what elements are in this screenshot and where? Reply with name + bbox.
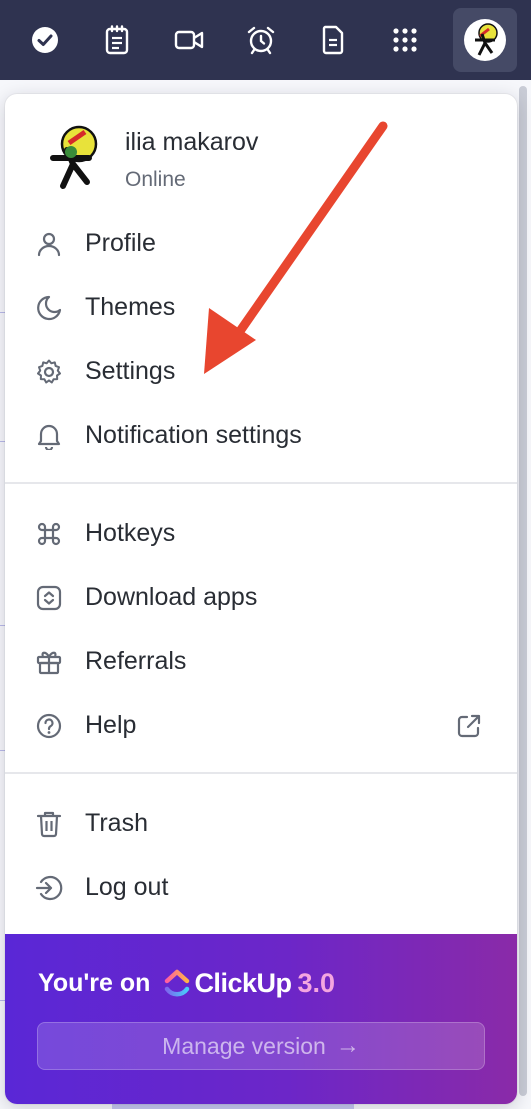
gift-icon [35, 648, 63, 676]
video-icon[interactable] [159, 8, 219, 72]
menu-item-themes[interactable]: Themes [5, 280, 517, 336]
notepad-icon[interactable] [87, 8, 147, 72]
logout-icon [35, 874, 63, 902]
menu-item-download-apps[interactable]: Download apps [5, 570, 517, 626]
menu-item-notification-settings[interactable]: Notification settings [5, 408, 517, 464]
menu-item-help[interactable]: Help [5, 698, 517, 754]
menu-item-label: Log out [85, 873, 169, 901]
check-circle-icon[interactable] [15, 8, 75, 72]
user-header[interactable]: ilia makarov Online [5, 94, 517, 204]
menu-item-label: Notification settings [85, 421, 302, 449]
manage-version-button[interactable]: Manage version → [37, 1022, 485, 1070]
menu-item-profile[interactable]: Profile [5, 216, 517, 272]
user-avatar [50, 125, 98, 189]
page-scrollbar[interactable] [519, 86, 527, 1096]
brand-name: ClickUp [194, 968, 292, 998]
menu-item-label: Profile [85, 229, 156, 257]
clickup-logo-icon [165, 969, 190, 996]
manage-version-label: Manage version [162, 1032, 326, 1059]
document-icon[interactable] [303, 8, 363, 72]
arrow-right-icon: → [335, 1032, 360, 1059]
user-name: ilia makarov [125, 128, 259, 156]
menu-item-referrals[interactable]: Referrals [5, 634, 517, 690]
version-line: You're on ClickUp 3.0 [38, 968, 335, 999]
command-icon [35, 520, 63, 548]
promo-text: You're on [38, 969, 151, 997]
download-apps-icon [35, 584, 63, 612]
version-promo-banner: You're on ClickUp 3.0 Manage version → [5, 934, 517, 1104]
bell-icon [35, 422, 63, 450]
menu-item-label: Download apps [85, 583, 258, 611]
alarm-icon[interactable] [231, 8, 291, 72]
gear-icon [35, 358, 63, 386]
menu-item-settings[interactable]: Settings [5, 344, 517, 400]
divider [5, 482, 517, 484]
user-icon [35, 230, 63, 258]
avatar[interactable] [453, 8, 517, 72]
menu-item-label: Referrals [85, 647, 187, 675]
top-toolbar [0, 0, 531, 80]
apps-grid-icon[interactable] [375, 8, 435, 72]
menu-item-hotkeys[interactable]: Hotkeys [5, 506, 517, 562]
menu-item-label: Settings [85, 357, 176, 385]
menu-item-label: Help [85, 711, 137, 739]
menu-item-log-out[interactable]: Log out [5, 860, 517, 916]
user-menu-dropdown: ilia makarov Online Profile Themes Setti… [5, 94, 517, 1104]
brand-version: 3.0 [297, 968, 336, 998]
menu-item-trash[interactable]: Trash [5, 796, 517, 852]
trash-icon [35, 810, 63, 838]
menu-item-label: Trash [85, 809, 148, 837]
user-status: Online [125, 168, 186, 191]
divider [5, 772, 517, 774]
external-link-icon [455, 712, 483, 740]
help-icon [35, 712, 63, 740]
moon-icon [35, 294, 63, 322]
menu-item-label: Themes [85, 293, 176, 321]
menu-item-label: Hotkeys [85, 519, 176, 547]
